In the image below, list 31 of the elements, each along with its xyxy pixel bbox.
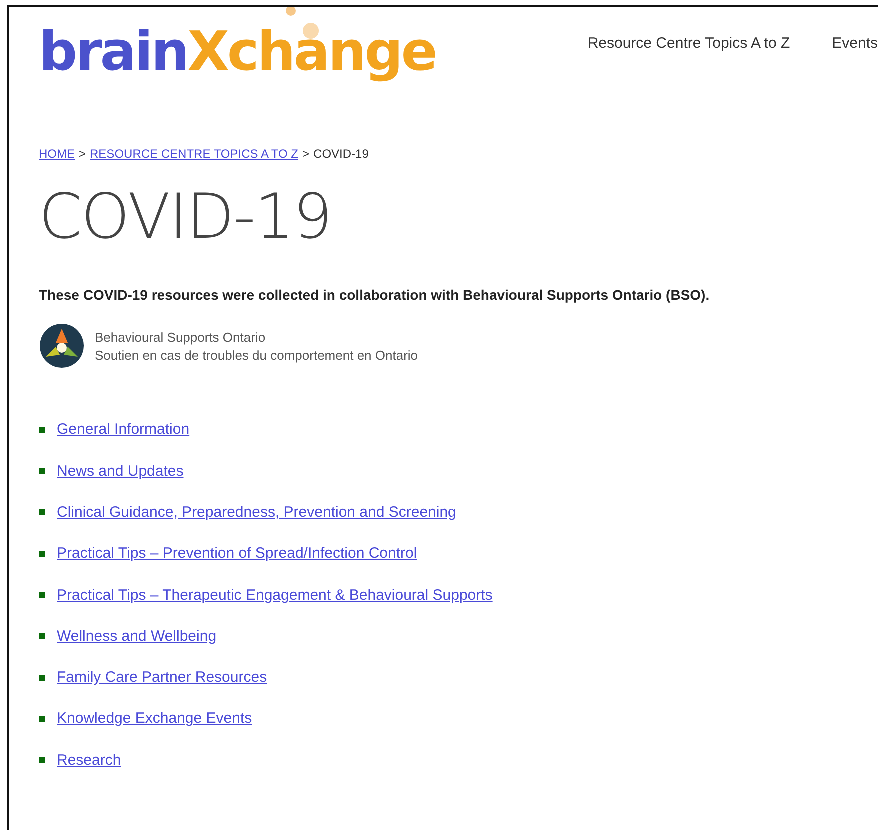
breadcrumb-separator: > [79,147,86,161]
resource-link[interactable]: News and Updates [57,462,184,480]
bullet-icon [39,592,45,598]
breadcrumb-current: COVID-19 [314,147,369,161]
partner-name: Behavioural Supports Ontario [95,330,267,345]
bullet-icon [39,674,45,681]
resource-link[interactable]: Clinical Guidance, Preparedness, Prevention and Screening [57,504,456,521]
bullet-icon [39,468,45,474]
resource-link[interactable]: Knowledge Exchange Events [57,710,252,728]
resource-link[interactable]: General Information [57,421,190,438]
partner-logo-icon [39,323,85,370]
bullet-icon [39,633,45,640]
resource-link[interactable]: Practical Tips – Therapeutic Engagement & Behavioural Supports [57,586,493,604]
intro-text: These COVID-19 resources were collected in collaboration with Behavioural Supports Ontario (BSO). [39,287,711,304]
breadcrumb-separator: > [302,147,310,161]
resource-link[interactable]: Research [57,752,122,769]
bullet-icon [39,426,45,433]
page-title: COVID-19 [39,183,333,252]
nav-link[interactable]: Resource Centre Topics A to Z [588,35,790,52]
bullet-icon [39,716,45,722]
bullet-icon [39,757,45,764]
bullet-icon [39,550,45,557]
partner-tagline: Soutien en cas de troubles du comportement en Ontario [95,348,418,363]
brainxchange-logo[interactable]: brainXchange [39,7,436,88]
breadcrumb-link[interactable]: RESOURCE CENTRE TOPICS A TO Z [90,147,299,161]
resource-link[interactable]: Family Care Partner Resources [57,669,268,686]
nav-link[interactable]: Events [832,35,878,52]
resource-link[interactable]: Wellness and Wellbeing [57,628,217,645]
bullet-icon [39,509,45,516]
resource-link[interactable]: Practical Tips – Prevention of Spread/Infection Control [57,545,418,562]
breadcrumb-link[interactable]: HOME [39,147,75,161]
